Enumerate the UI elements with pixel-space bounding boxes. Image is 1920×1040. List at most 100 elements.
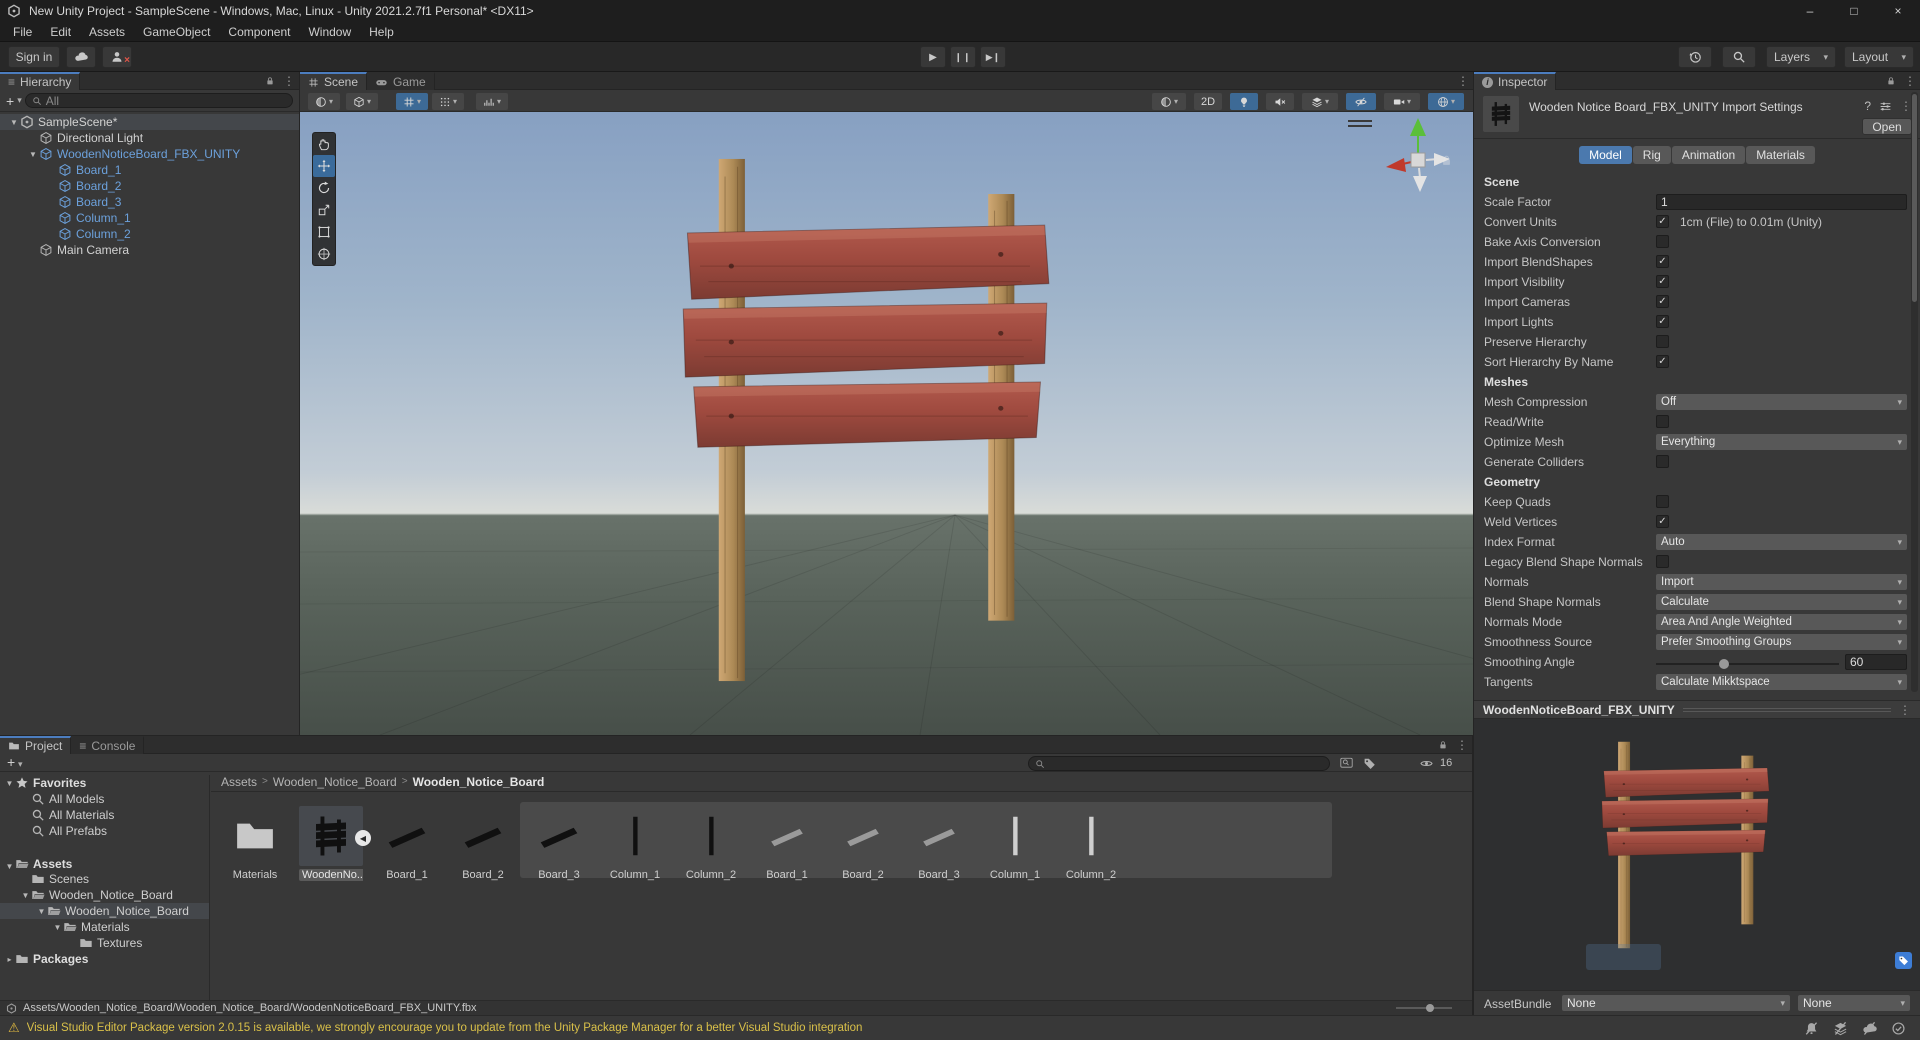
asset-board-2[interactable]: Board_2 xyxy=(451,806,515,881)
breadcrumb-segment-wooden-notice-board[interactable]: Wooden_Notice_Board xyxy=(413,775,545,789)
dropdown-index-format[interactable]: Auto ▾ xyxy=(1656,534,1907,550)
panel-menu-icon[interactable]: ⋮ xyxy=(283,74,295,88)
project-tree-item-all-prefabs[interactable]: All Prefabs xyxy=(0,823,209,839)
project-tree-item-favorites[interactable]: ▼ Favorites xyxy=(0,775,209,791)
checkbox-bake-axis-conversion[interactable] xyxy=(1656,235,1669,248)
cache-server-off-icon[interactable] xyxy=(1833,1021,1848,1036)
asset-board-1[interactable]: Board_1 xyxy=(375,806,439,881)
tab-scene[interactable]: Scene xyxy=(300,72,368,90)
breadcrumb-segment-wooden-notice-board[interactable]: Wooden_Notice_Board xyxy=(273,775,397,789)
create-button[interactable]: + xyxy=(6,94,14,108)
dropdown-normals[interactable]: Import ▾ xyxy=(1656,574,1907,590)
menu-component[interactable]: Component xyxy=(219,22,299,42)
gizmos-dropdown[interactable]: ▾ xyxy=(1428,93,1464,110)
hierarchy-item-samplescene[interactable]: ▼ SampleScene* xyxy=(0,114,299,130)
panel-menu-icon[interactable]: ⋮ xyxy=(1456,738,1468,752)
grid-visibility-dropdown[interactable]: ▾ xyxy=(396,93,428,110)
expander-icon[interactable]: ▼ xyxy=(36,907,47,916)
menu-assets[interactable]: Assets xyxy=(80,22,134,42)
text-field-scale-factor[interactable]: 1 xyxy=(1656,194,1907,210)
debug-draw-dropdown[interactable]: ▾ xyxy=(346,93,378,110)
dropdown-normals-mode[interactable]: Area And Angle Weighted ▾ xyxy=(1656,614,1907,630)
sign-in-button[interactable]: Sign in xyxy=(8,46,60,68)
undo-history-button[interactable] xyxy=(1678,46,1712,68)
checkbox-import-lights[interactable]: ✓ xyxy=(1656,315,1669,328)
menu-help[interactable]: Help xyxy=(360,22,403,42)
expander-icon[interactable]: ▸ xyxy=(4,955,15,964)
lock-icon[interactable] xyxy=(1886,76,1896,86)
checkbox-convert-units[interactable]: ✓ xyxy=(1656,215,1669,228)
2d-mode-button[interactable]: 2D xyxy=(1194,93,1222,110)
hierarchy-item-column-1[interactable]: Column_1 xyxy=(0,210,299,226)
assetbundle-variant-dropdown[interactable]: None ▾ xyxy=(1798,995,1910,1011)
hierarchy-item-board-1[interactable]: Board_1 xyxy=(0,162,299,178)
slider-value-field[interactable]: 60 xyxy=(1845,654,1907,670)
cloud-off-icon[interactable] xyxy=(1862,1021,1877,1036)
checkbox-weld-vertices[interactable]: ✓ xyxy=(1656,515,1669,528)
checkbox-keep-quads[interactable] xyxy=(1656,495,1669,508)
checkbox-import-blendshapes[interactable]: ✓ xyxy=(1656,255,1669,268)
asset-column-1[interactable]: Column_1 xyxy=(983,806,1047,881)
collapse-subassets-badge[interactable]: ◀ xyxy=(355,830,371,846)
asset-board-2[interactable]: Board_2 xyxy=(831,806,895,881)
preview-menu-icon[interactable]: ⋮ xyxy=(1899,703,1911,717)
draw-mode-dropdown[interactable]: ▾ xyxy=(308,93,340,110)
asset-column-1[interactable]: Column_1 xyxy=(603,806,667,881)
move-tool-button[interactable] xyxy=(313,155,335,177)
checkbox-sort-hierarchy-by-name[interactable]: ✓ xyxy=(1656,355,1669,368)
help-icon[interactable]: ? xyxy=(1864,99,1871,113)
collab-button[interactable]: × xyxy=(102,46,132,68)
thumbnail-size-slider[interactable] xyxy=(1396,1004,1452,1012)
increment-snap-dropdown[interactable]: ▾ xyxy=(476,93,508,110)
hierarchy-item-column-2[interactable]: Column_2 xyxy=(0,226,299,242)
scrollbar-thumb[interactable] xyxy=(1912,94,1917,302)
menu-window[interactable]: Window xyxy=(299,22,360,42)
open-button[interactable]: Open xyxy=(1862,118,1912,135)
checkbox-import-cameras[interactable]: ✓ xyxy=(1656,295,1669,308)
hidden-packages-eye-icon[interactable] xyxy=(1420,757,1433,770)
presets-icon[interactable] xyxy=(1879,100,1892,113)
rotate-tool-button[interactable] xyxy=(313,177,335,199)
dropdown-optimize-mesh[interactable]: Everything ▾ xyxy=(1656,434,1907,450)
project-tree-item-all-models[interactable]: All Models xyxy=(0,791,209,807)
checkbox-generate-colliders[interactable] xyxy=(1656,455,1669,468)
asset-board-3[interactable]: Board_3 xyxy=(907,806,971,881)
dropdown-mesh-compression[interactable]: Off ▾ xyxy=(1656,394,1907,410)
checkbox-preserve-hierarchy[interactable] xyxy=(1656,335,1669,348)
slider-knob[interactable] xyxy=(1718,659,1729,669)
minimize-button[interactable]: – xyxy=(1788,0,1832,22)
create-asset-button[interactable]: + xyxy=(7,755,15,769)
project-tree-item-all-materials[interactable]: All Materials xyxy=(0,807,209,823)
panel-menu-icon[interactable]: ⋮ xyxy=(1457,74,1469,88)
snap-settings-dropdown[interactable]: ▾ xyxy=(432,93,464,110)
menu-gameobject[interactable]: GameObject xyxy=(134,22,219,42)
tab-materials[interactable]: Materials xyxy=(1746,146,1815,164)
warning-message[interactable]: Visual Studio Editor Package version 2.0… xyxy=(27,1022,1804,1034)
y-axis-cone[interactable] xyxy=(1410,118,1426,136)
expander-icon[interactable]: ▼ xyxy=(4,862,15,871)
expander-icon[interactable]: ▼ xyxy=(20,891,31,900)
breadcrumb-segment-assets[interactable]: Assets xyxy=(221,775,257,789)
hierarchy-item-directional-light[interactable]: Directional Light xyxy=(0,130,299,146)
expander-icon[interactable]: ▼ xyxy=(4,779,15,788)
wooden-notice-board-model[interactable] xyxy=(677,157,1053,683)
effects-dropdown[interactable]: ▾ xyxy=(1302,93,1338,110)
dropdown-smoothness-source[interactable]: Prefer Smoothing Groups ▾ xyxy=(1656,634,1907,650)
overlay-drag-handle[interactable] xyxy=(1348,120,1372,130)
asset-board-3[interactable]: Board_3 xyxy=(527,806,591,881)
dropdown-blend-shape-normals[interactable]: Calculate ▾ xyxy=(1656,594,1907,610)
asset-labels-button[interactable] xyxy=(1895,952,1912,969)
step-button[interactable]: ▶❙ xyxy=(980,46,1006,68)
asset-column-2[interactable]: Column_2 xyxy=(679,806,743,881)
layout-dropdown[interactable]: Layout ▾ xyxy=(1844,46,1914,68)
project-tree-item-packages[interactable]: ▸ Packages xyxy=(0,951,209,967)
tab-console[interactable]: ≡ Console xyxy=(71,736,145,754)
gizmo-center-cube[interactable] xyxy=(1410,152,1426,168)
pause-button[interactable]: ❙❙ xyxy=(950,46,976,68)
slider-knob[interactable] xyxy=(1426,1004,1434,1012)
lock-icon[interactable] xyxy=(265,76,275,86)
inspector-scrollbar[interactable] xyxy=(1911,92,1918,692)
transform-tool-button[interactable] xyxy=(313,243,335,265)
scene-audio-button[interactable] xyxy=(1266,93,1294,110)
project-tree-item-textures[interactable]: Textures xyxy=(0,935,209,951)
